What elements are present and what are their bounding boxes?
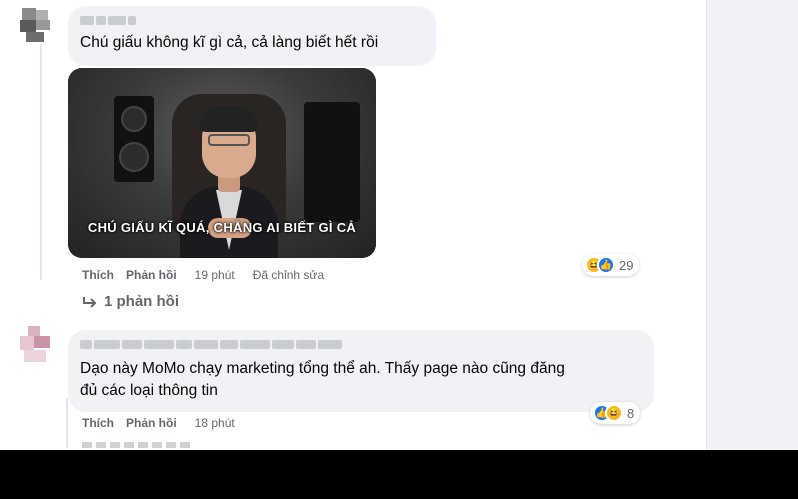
author-name-redacted[interactable] xyxy=(80,14,136,26)
avatar[interactable] xyxy=(18,6,54,42)
speaker-right xyxy=(304,102,360,222)
like-button[interactable]: Thích xyxy=(82,268,114,282)
comment-bubble: Dạo này MoMo chạy marketing tổng thể ah.… xyxy=(68,330,654,412)
thread-line xyxy=(66,398,68,448)
glasses xyxy=(208,134,250,146)
reply-button[interactable]: Phản hồi xyxy=(126,416,177,430)
comment-feed: Chú giấu không kĩ gì cả, cả làng biết hế… xyxy=(0,0,798,450)
like-icon: 👍 xyxy=(597,256,615,274)
thread-line xyxy=(40,44,42,280)
reply-arrow-icon xyxy=(83,296,97,308)
reaction-summary[interactable]: 👍 😆 8 xyxy=(590,402,641,424)
right-side-panel xyxy=(706,0,798,450)
cut-off-replies-link[interactable] xyxy=(82,442,192,450)
comment-text-line-1: Dạo này MoMo chạy marketing tổng thể ah.… xyxy=(80,360,565,377)
bottom-black-bar xyxy=(0,452,798,499)
speaker-left xyxy=(114,96,154,182)
haha-icon: 😆 xyxy=(605,404,623,422)
comment-text-line-2: đủ các loại thông tin xyxy=(80,382,218,399)
reaction-summary[interactable]: 😆 👍 29 xyxy=(582,254,640,276)
like-button[interactable]: Thích xyxy=(82,416,114,430)
video-thumbnail[interactable]: CHÚ GIẤU KĨ QUÁ, CHẲNG AI BIẾT GÌ CẢ xyxy=(68,68,376,258)
avatar[interactable] xyxy=(18,326,54,362)
timestamp[interactable]: 18 phút xyxy=(195,416,235,430)
comment-text: Chú giấu không kĩ gì cả, cả làng biết hế… xyxy=(80,34,379,51)
view-replies-link[interactable]: 1 phản hồi xyxy=(82,293,179,310)
reaction-count: 29 xyxy=(619,257,634,273)
comment-actions: Thích Phản hồi 19 phút Đã chỉnh sửa xyxy=(82,268,324,282)
reaction-count: 8 xyxy=(627,405,635,421)
replies-count-label: 1 phản hồi xyxy=(104,293,179,310)
comment-actions: Thích Phản hồi 18 phút xyxy=(82,416,235,430)
timestamp[interactable]: 19 phút xyxy=(195,268,235,282)
comment-bubble: Chú giấu không kĩ gì cả, cả làng biết hế… xyxy=(68,6,436,66)
reply-button[interactable]: Phản hồi xyxy=(126,268,177,282)
edited-label: Đã chỉnh sửa xyxy=(252,268,325,282)
video-subtitle: CHÚ GIẤU KĨ QUÁ, CHẲNG AI BIẾT GÌ CẢ xyxy=(87,220,357,235)
author-name-redacted[interactable] xyxy=(80,338,342,350)
